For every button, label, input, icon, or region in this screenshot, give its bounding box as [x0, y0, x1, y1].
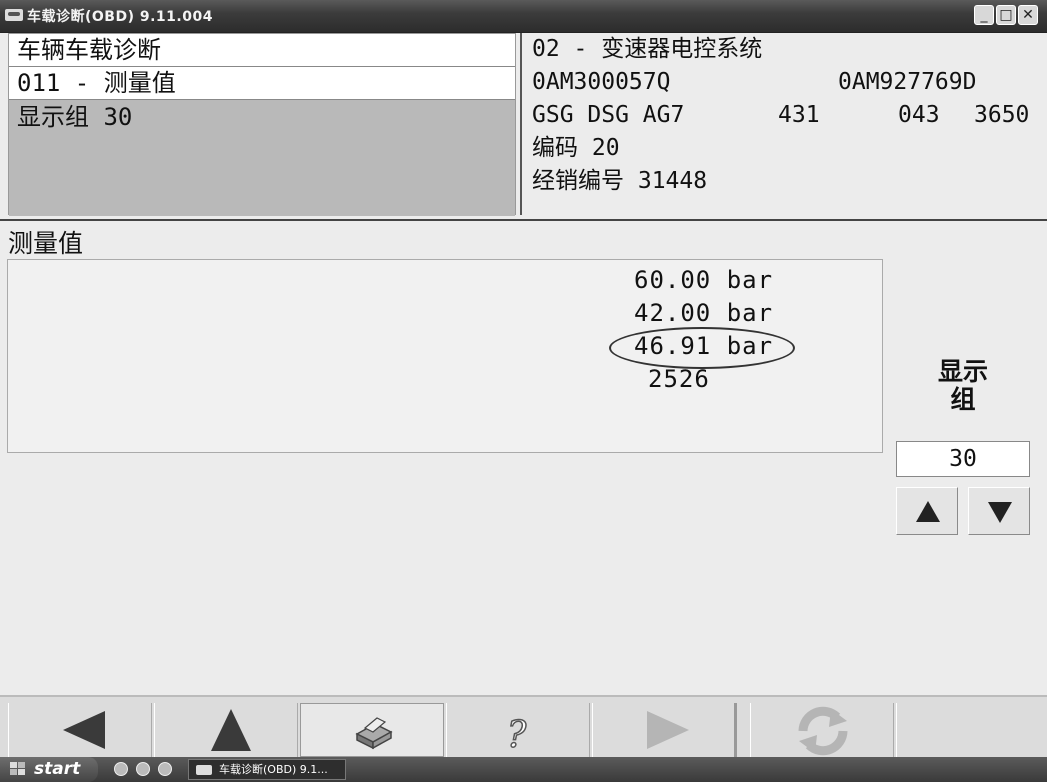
display-group-label: 显示 组 — [918, 358, 1008, 414]
windows-logo-icon — [10, 762, 25, 775]
quicklaunch-explorer-icon[interactable] — [158, 762, 172, 776]
highlight-oval — [609, 327, 795, 369]
help-icon: ? — [506, 714, 528, 757]
control-unit-info-panel: 02 - 变速器电控系统 0AM300057Q 0AM927769D GSG D… — [520, 33, 1040, 215]
function-path-panel: 车辆车载诊断 011 - 测量值 显示组 30 — [8, 33, 516, 216]
close-button[interactable]: ✕ — [1018, 5, 1038, 25]
measured-values-heading: 测量值 — [8, 229, 84, 258]
taskbar-app-label: 车载诊断(OBD) 9.1... — [219, 763, 328, 776]
app-car-icon — [5, 9, 23, 21]
taskbar-app-item[interactable]: 车载诊断(OBD) 9.1... — [188, 759, 346, 780]
title-bar: 车载诊断(OBD) 9.11.004 _ □ ✕ — [0, 0, 1047, 33]
component-value-2: 043 — [898, 102, 940, 128]
refresh-icon — [798, 706, 848, 756]
display-group-label-line1: 显示 — [937, 357, 988, 386]
group-down-button[interactable] — [968, 487, 1030, 535]
quicklaunch-ie-icon[interactable] — [114, 762, 128, 776]
bottom-toolbar: ? — [0, 695, 1047, 757]
app-car-icon — [196, 765, 212, 775]
measured-value-2: 42.00 bar — [634, 299, 774, 327]
component-line: GSG DSG AG7 431 043 3650 — [532, 99, 1040, 132]
quicklaunch-media-icon[interactable] — [136, 762, 150, 776]
function-row-vehicle-obd[interactable]: 车辆车载诊断 — [9, 34, 515, 67]
print-icon — [355, 717, 393, 750]
component-value-1: 431 — [778, 102, 820, 128]
arrow-right-icon — [647, 711, 689, 749]
arrow-up-icon — [211, 709, 251, 751]
coding-value: 编码 20 — [532, 135, 620, 161]
refresh-button[interactable] — [750, 703, 894, 757]
display-group-label-line2: 组 — [950, 385, 976, 414]
taskbar: start 车载诊断(OBD) 9.1... — [0, 757, 1047, 782]
system-name: 02 - 变速器电控系统 — [532, 36, 763, 62]
part-number-line: 0AM300057Q 0AM927769D — [532, 66, 1040, 99]
group-up-button[interactable] — [896, 487, 958, 535]
component-id: GSG DSG AG7 — [532, 102, 685, 128]
component-value-3: 3650 — [974, 102, 1030, 128]
triangle-up-icon — [916, 501, 940, 522]
print-button[interactable] — [300, 703, 444, 757]
help-button[interactable]: ? — [446, 703, 590, 757]
function-row-display-group[interactable]: 显示组 30 — [9, 100, 515, 216]
empty-toolbar-slot — [896, 703, 1042, 757]
minimize-button[interactable]: _ — [974, 5, 994, 25]
start-button[interactable]: start — [0, 757, 98, 782]
start-label: start — [34, 759, 81, 779]
window-title: 车载诊断(OBD) 9.11.004 — [27, 9, 213, 25]
back-button[interactable] — [8, 703, 152, 757]
function-row-measured-values[interactable]: 011 - 测量值 — [9, 67, 515, 100]
svg-text:?: ? — [507, 715, 527, 756]
maximize-button[interactable]: □ — [996, 5, 1016, 25]
forward-button[interactable] — [592, 703, 736, 757]
part-number-1: 0AM300057Q — [532, 69, 671, 95]
up-button[interactable] — [154, 703, 298, 757]
triangle-down-icon — [988, 502, 1012, 523]
section-divider — [0, 219, 1047, 221]
measured-value-4: 2526 — [648, 365, 710, 393]
display-group-input[interactable]: 30 — [896, 441, 1030, 477]
part-number-2: 0AM927769D — [838, 69, 977, 95]
arrow-left-icon — [63, 711, 105, 749]
measured-value-1: 60.00 bar — [634, 266, 774, 294]
toolbar-separator — [734, 703, 737, 757]
dealer-number: 经销编号 31448 — [532, 168, 708, 194]
